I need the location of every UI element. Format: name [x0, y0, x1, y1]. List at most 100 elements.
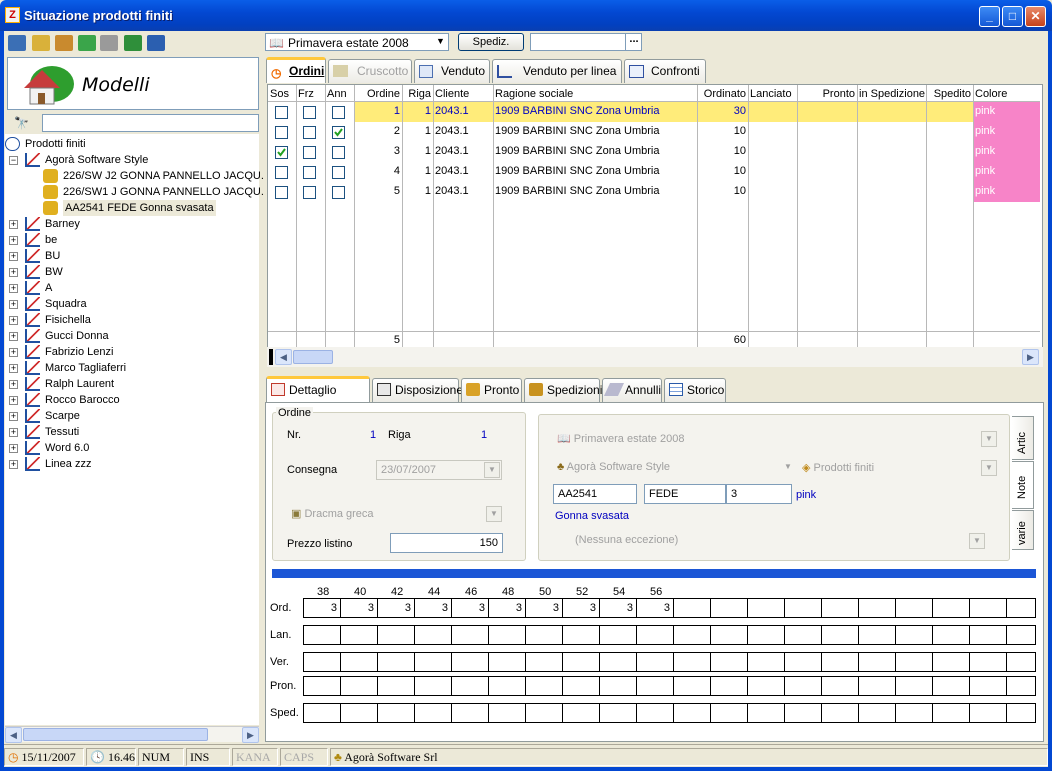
tree-search-input[interactable]	[42, 114, 259, 132]
ellipsis-button[interactable]: ...	[625, 33, 642, 51]
tab-disposizione[interactable]: Disposizione	[372, 378, 463, 402]
expand-icon[interactable]: +	[9, 380, 18, 389]
sos-checkbox[interactable]	[275, 146, 288, 159]
cell-riga[interactable]: 1	[404, 105, 431, 119]
refresh-icon[interactable]	[78, 35, 96, 51]
size-qty-cell[interactable]	[1006, 625, 1036, 645]
frz-checkbox[interactable]	[303, 166, 316, 179]
tree-view-icon[interactable]	[147, 35, 165, 51]
expand-icon[interactable]: +	[9, 428, 18, 437]
cell-ordinato[interactable]: 10	[699, 185, 746, 199]
prezzo-input[interactable]: 150	[390, 533, 503, 553]
ann-checkbox[interactable]	[332, 186, 345, 199]
cell-cliente[interactable]: 2043.1	[435, 105, 491, 119]
size-qty-cell[interactable]: 3	[562, 598, 600, 618]
scroll-left-icon[interactable]: ◀	[275, 349, 292, 365]
column-header[interactable]: Spedito	[928, 88, 971, 102]
cell-colore[interactable]: pink	[975, 105, 1038, 119]
size-qty-cell[interactable]	[673, 676, 711, 696]
column-header[interactable]: Ordinato	[699, 88, 746, 102]
product-tree[interactable]: Prodotti finiti − Agorà Software Style 226/…	[5, 134, 264, 725]
side-tab-note[interactable]: Note	[1012, 461, 1034, 509]
size-qty-cell[interactable]	[710, 598, 748, 618]
cell-cliente[interactable]: 2043.1	[435, 165, 491, 179]
cell-ordinato[interactable]: 30	[699, 105, 746, 119]
cell-ordinato[interactable]: 10	[699, 165, 746, 179]
expand-icon[interactable]: +	[9, 364, 18, 373]
size-qty-cell[interactable]	[451, 703, 489, 723]
scroll-right-icon[interactable]: ▶	[1022, 349, 1039, 365]
size-qty-cell[interactable]	[858, 676, 896, 696]
size-qty-cell[interactable]	[784, 598, 822, 618]
size-qty-cell[interactable]	[525, 625, 563, 645]
wand-icon[interactable]	[32, 35, 50, 51]
expand-icon[interactable]: +	[9, 316, 18, 325]
tab-venduto-per-linea[interactable]: Venduto per linea	[492, 59, 622, 83]
cell-ragione[interactable]: 1909 BARBINI SNC Zona Umbria	[495, 145, 695, 159]
side-tab-artic[interactable]: Artic	[1012, 416, 1034, 460]
column-header[interactable]: Pronto	[799, 88, 855, 102]
size-qty-cell[interactable]	[895, 703, 933, 723]
cell-cliente[interactable]: 2043.1	[435, 145, 491, 159]
size-qty-cell[interactable]	[858, 652, 896, 672]
size-qty-cell[interactable]	[303, 625, 341, 645]
exception-select[interactable]: (Nessuna eccezione)	[553, 531, 987, 551]
tab-annulli[interactable]: Annulli	[602, 378, 662, 402]
expand-icon[interactable]: +	[9, 300, 18, 309]
size-qty-cell[interactable]	[969, 652, 1007, 672]
frz-checkbox[interactable]	[303, 126, 316, 139]
size-qty-cell[interactable]: 3	[340, 598, 378, 618]
column-header[interactable]: Sos	[270, 88, 294, 102]
size-qty-cell[interactable]: 3	[451, 598, 489, 618]
size-qty-cell[interactable]	[636, 625, 674, 645]
side-tab-varie[interactable]: varie	[1012, 510, 1034, 550]
size-qty-cell[interactable]	[710, 625, 748, 645]
frz-checkbox[interactable]	[303, 106, 316, 119]
sos-checkbox[interactable]	[275, 166, 288, 179]
frz-checkbox[interactable]	[303, 186, 316, 199]
column-header[interactable]: Frz	[298, 88, 323, 102]
size-qty-cell[interactable]	[599, 625, 637, 645]
expand-icon[interactable]: +	[9, 252, 18, 261]
season-select[interactable]: 📖 Primavera estate 2008 ▼	[265, 33, 449, 51]
size-qty-cell[interactable]	[488, 652, 526, 672]
spediz-button[interactable]: Spediz.	[458, 33, 524, 51]
size-qty-cell[interactable]	[895, 625, 933, 645]
cell-riga[interactable]: 1	[404, 125, 431, 139]
cell-ragione[interactable]: 1909 BARBINI SNC Zona Umbria	[495, 105, 695, 119]
article-season-select[interactable]: 📖 Primavera estate 2008	[553, 429, 999, 449]
tab-venduto[interactable]: Venduto	[414, 59, 490, 83]
size-qty-cell[interactable]	[784, 676, 822, 696]
size-qty-cell[interactable]	[673, 598, 711, 618]
size-qty-cell[interactable]	[784, 625, 822, 645]
size-qty-cell[interactable]	[821, 703, 859, 723]
scroll-left-icon[interactable]: ◀	[5, 727, 22, 743]
expand-icon[interactable]: +	[9, 412, 18, 421]
size-qty-cell[interactable]	[414, 703, 452, 723]
currency-select[interactable]: ▣ Dracma greca	[287, 504, 505, 524]
chevron-down-icon[interactable]: ▼	[484, 462, 500, 478]
size-qty-cell[interactable]	[562, 703, 600, 723]
size-qty-cell[interactable]	[821, 598, 859, 618]
cell-riga[interactable]: 1	[404, 145, 431, 159]
size-qty-cell[interactable]	[969, 625, 1007, 645]
article-code-field[interactable]: AA2541	[553, 484, 637, 504]
column-header[interactable]: in Spedizione	[859, 88, 925, 102]
cell-cliente[interactable]: 2043.1	[435, 185, 491, 199]
cell-ordinato[interactable]: 10	[699, 125, 746, 139]
sos-checkbox[interactable]	[275, 186, 288, 199]
ann-checkbox[interactable]	[332, 166, 345, 179]
tab-confronti[interactable]: Confronti	[624, 59, 706, 83]
size-qty-cell[interactable]	[303, 703, 341, 723]
size-qty-cell[interactable]	[340, 676, 378, 696]
size-qty-cell[interactable]	[932, 676, 970, 696]
size-qty-cell[interactable]: 3	[488, 598, 526, 618]
chevron-down-icon[interactable]: ▼	[981, 431, 997, 447]
cell-colore[interactable]: pink	[975, 145, 1038, 159]
scroll-thumb[interactable]	[23, 728, 208, 741]
size-qty-cell[interactable]	[932, 703, 970, 723]
expand-icon[interactable]: +	[9, 444, 18, 453]
column-header[interactable]: Cliente	[435, 88, 491, 102]
size-qty-cell[interactable]	[673, 625, 711, 645]
size-qty-cell[interactable]	[636, 703, 674, 723]
